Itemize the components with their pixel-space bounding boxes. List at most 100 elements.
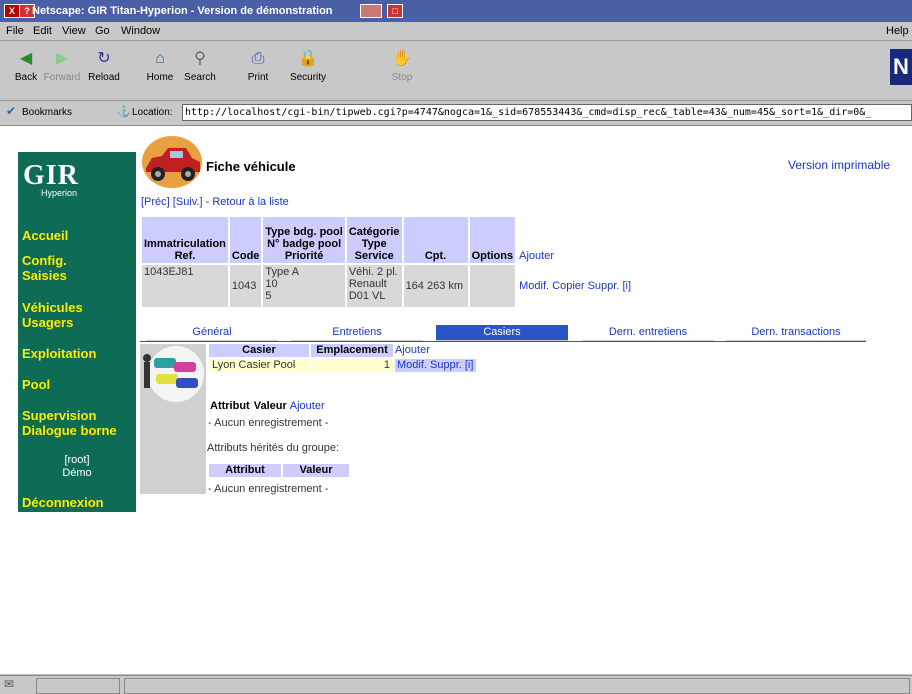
- stop-label: Stop: [391, 72, 413, 83]
- status-bar: ✉: [0, 675, 912, 694]
- casiers-table: Casier Emplacement Ajouter Lyon Casier P…: [207, 342, 478, 374]
- attributes-empty-text: - Aucun enregistrement -: [208, 417, 329, 429]
- reload-icon: ↻: [97, 50, 111, 67]
- inherited-empty-text: - Aucun enregistrement -: [208, 483, 329, 495]
- window-close-icon[interactable]: X: [4, 4, 20, 18]
- attributes-table-header: Attribut Valeur Ajouter: [209, 400, 328, 413]
- back-label: Back: [14, 72, 38, 83]
- vehicle-actions-links[interactable]: Modif. Copier Suppr. [i]: [519, 280, 631, 292]
- table-row: Lyon Casier Pool 1 Modif. Suppr. [i]: [209, 359, 477, 372]
- window-maximize-icon[interactable]: □: [387, 4, 403, 18]
- col-code: Code: [229, 217, 262, 263]
- cell-code: 1043: [229, 265, 262, 307]
- stop-button[interactable]: ✋ Stop: [380, 49, 424, 83]
- nav-accueil[interactable]: Accueil: [22, 228, 68, 244]
- car-icon: [142, 136, 202, 188]
- col-attribut: Attribut: [209, 400, 251, 413]
- reload-button[interactable]: ↻ Reload: [82, 49, 126, 83]
- menu-help[interactable]: Help: [886, 25, 909, 37]
- tab-dern-transactions[interactable]: Dern. transactions: [726, 325, 866, 341]
- menu-view[interactable]: View: [62, 25, 86, 37]
- col-options: Options: [469, 217, 516, 263]
- location-icon: ⚓: [117, 106, 131, 118]
- add-attribute-link[interactable]: Ajouter: [290, 400, 325, 412]
- print-button[interactable]: ⎙ Print: [236, 49, 280, 83]
- logo-hyperion-text: Hyperion: [41, 188, 78, 198]
- search-icon: ⚲: [194, 50, 206, 67]
- cell-categorie: Véhi. 2 pl. Renault D01 VL: [346, 265, 402, 307]
- cell-cpt: 164 263 km: [403, 265, 468, 307]
- casiers-table-header: Casier Emplacement Ajouter: [209, 344, 476, 357]
- user-name: Démo: [62, 467, 92, 479]
- nav-vehicules[interactable]: Véhicules: [22, 300, 83, 316]
- col-type-bdg: Type bdg. pool N° badge pool Priorité: [263, 217, 345, 263]
- prev-link[interactable]: [Préc]: [141, 196, 170, 208]
- tab-general[interactable]: Général: [146, 325, 278, 341]
- url-input[interactable]: http://localhost/cgi-bin/tipweb.cgi?p=47…: [182, 104, 912, 121]
- next-link[interactable]: [Suiv.]: [173, 196, 203, 208]
- status-text-segment: [124, 678, 910, 694]
- netscape-logo[interactable]: N: [890, 49, 912, 85]
- forward-button[interactable]: ▶ Forward: [40, 49, 84, 83]
- col-casier: Casier: [209, 344, 309, 357]
- col-inherited-attribut: Attribut: [209, 464, 281, 477]
- navigation-toolbar: ◀ Back ▶ Forward ↻ Reload ⌂ Home ⚲ Searc…: [0, 41, 912, 101]
- nav-usagers[interactable]: Usagers: [22, 315, 73, 331]
- add-vehicle-link[interactable]: Ajouter: [519, 250, 554, 262]
- menu-file[interactable]: File: [6, 25, 24, 37]
- casier-actions-links[interactable]: Modif. Suppr. [i]: [397, 359, 473, 371]
- add-casier-cell: Ajouter: [395, 344, 476, 357]
- parking-cars-icon: [143, 346, 204, 402]
- window-titlebar: X ? Netscape: GIR Titan-Hyperion - Versi…: [0, 0, 912, 22]
- connection-status-icon: ✉: [4, 677, 15, 691]
- home-label: Home: [146, 72, 174, 83]
- record-nav: [Préc] [Suiv.] - Retour à la liste: [141, 196, 289, 208]
- print-label: Print: [247, 72, 269, 83]
- inherited-attributes-label: Attributs hérités du groupe:: [207, 442, 340, 454]
- security-button[interactable]: 🔒 Security: [286, 49, 330, 83]
- nav-pool[interactable]: Pool: [22, 377, 50, 393]
- menu-go[interactable]: Go: [95, 25, 110, 37]
- stop-icon: ✋: [392, 50, 412, 67]
- progress-segment: [36, 678, 120, 694]
- nav-exploitation[interactable]: Exploitation: [22, 346, 96, 362]
- attributes-table: Attribut Valeur Ajouter: [207, 398, 330, 415]
- bookmark-icon: ✔: [6, 104, 17, 118]
- nav-config[interactable]: Config.: [22, 253, 67, 269]
- table-row: 1043EJ81 1043 Type A 10 5 Véhi. 2 pl. Renau…: [142, 265, 634, 307]
- tab-entretiens[interactable]: Entretiens: [291, 325, 423, 341]
- search-button[interactable]: ⚲ Search: [178, 49, 222, 83]
- nav-supervision[interactable]: Supervision: [22, 408, 96, 424]
- nav-saisies[interactable]: Saisies: [22, 268, 67, 284]
- location-label: Location:: [132, 107, 173, 118]
- home-button[interactable]: ⌂ Home: [138, 49, 182, 83]
- menu-edit[interactable]: Edit: [33, 25, 52, 37]
- casier-image-panel: [140, 344, 206, 494]
- menu-bar: File Edit View Go Window Help: [0, 22, 912, 41]
- user-login: [root]: [64, 454, 90, 466]
- nav-dialogue-borne[interactable]: Dialogue borne: [22, 423, 117, 439]
- col-valeur: Valeur: [252, 400, 288, 413]
- bookmarks-button[interactable]: Bookmarks: [22, 107, 72, 118]
- inherited-attributes-header: Attribut Valeur: [209, 464, 349, 477]
- window-title: Netscape: GIR Titan-Hyperion - Version d…: [32, 5, 333, 17]
- inherited-attributes-table: Attribut Valeur: [207, 462, 351, 479]
- gir-logo[interactable]: GIR Hyperion: [23, 160, 123, 210]
- add-casier-link[interactable]: Ajouter: [395, 344, 430, 356]
- back-to-list-link[interactable]: Retour à la liste: [212, 196, 288, 208]
- window-minimize-icon[interactable]: [360, 4, 382, 18]
- print-version-link[interactable]: Version imprimable: [788, 158, 890, 172]
- col-immat: Immatriculation Ref.: [142, 217, 228, 263]
- sidebar: GIR Hyperion Accueil Config. Saisies Véh…: [18, 152, 136, 512]
- add-vehicle-cell: Ajouter: [517, 217, 634, 263]
- add-attribute-cell: Ajouter: [290, 400, 328, 413]
- back-icon: ◀: [19, 50, 33, 67]
- nav-deconnexion[interactable]: Déconnexion: [22, 495, 104, 511]
- casier-actions-cell: Modif. Suppr. [i]: [395, 359, 477, 372]
- tab-casiers[interactable]: Casiers: [436, 325, 568, 341]
- tab-dern-entretiens[interactable]: Dern. entretiens: [582, 325, 714, 341]
- reload-label: Reload: [88, 72, 120, 83]
- cell-actions: Modif. Copier Suppr. [i]: [517, 265, 634, 307]
- menu-window[interactable]: Window: [121, 25, 160, 37]
- forward-label: Forward: [43, 72, 81, 83]
